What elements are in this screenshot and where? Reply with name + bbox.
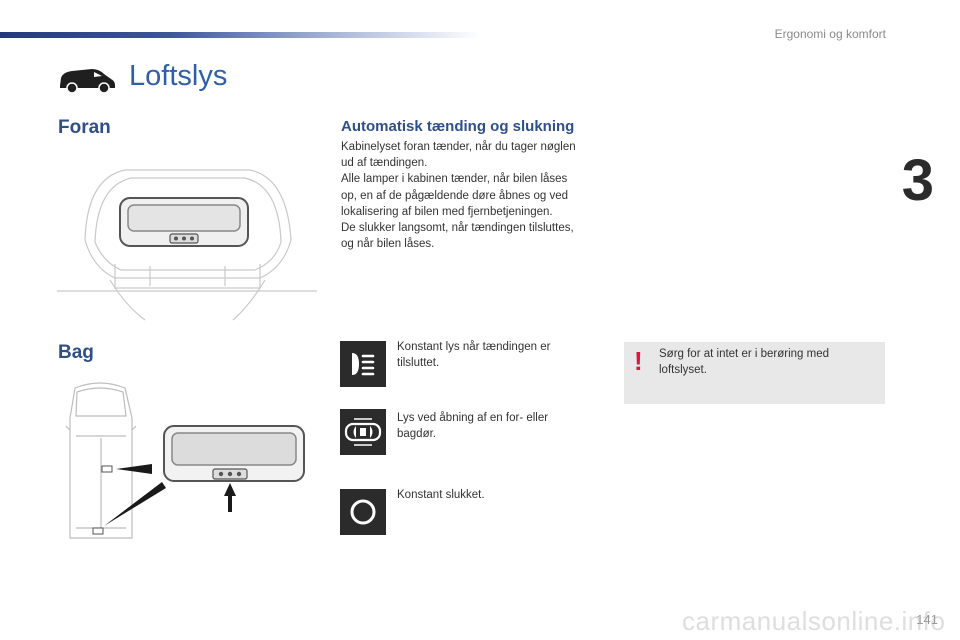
section-header: Ergonomi og komfort <box>774 27 886 41</box>
header-color-bar <box>0 32 480 38</box>
page-number: 141 <box>916 612 938 627</box>
warning-line: loftslyset. <box>659 364 707 376</box>
warning-line: Sørg for at intet er i berøring med <box>659 348 830 360</box>
auto-line: op, en af de pågældende døre åbnes og ve… <box>341 189 568 202</box>
mode-line: tilsluttet. <box>397 357 440 369</box>
chapter-number: 3 <box>901 148 934 213</box>
mode-off-text: Konstant slukket. <box>397 487 577 503</box>
auto-line: Kabinelyset foran tænder, når du tager n… <box>341 141 576 153</box>
auto-line: Alle lamper i kabinen tænder, når bilen … <box>341 173 568 186</box>
page-title: Loftslys <box>129 60 228 92</box>
mode-line: Konstant lys når tændingen er <box>397 341 551 353</box>
door-light-icon <box>340 409 386 455</box>
mode-line: Lys ved åbning af en for- eller <box>397 412 549 424</box>
warning-box: ! Sørg for at intet er i berøring med lo… <box>624 342 885 404</box>
auto-line: og når bilen låses. <box>341 238 435 251</box>
rear-heading: Bag <box>58 342 94 363</box>
auto-line: De slukker langsomt, når tændingen tilsl… <box>341 222 574 235</box>
front-ceiling-lamp-illustration <box>57 169 317 321</box>
watermark: carmanualsonline.info <box>682 606 946 636</box>
mode-line: Konstant slukket. <box>397 489 485 501</box>
off-icon <box>340 489 386 535</box>
rear-ceiling-lamp-illustration <box>65 382 305 539</box>
auto-line: ud af tændingen. <box>341 157 428 170</box>
mode-constant-text: Konstant lys når tændingen er tilsluttet… <box>397 339 577 371</box>
auto-line: lokalisering af bilen med fjernbetjening… <box>341 205 553 218</box>
auto-heading: Automatisk tænding og slukning <box>341 118 575 135</box>
front-heading: Foran <box>58 117 111 138</box>
auto-description: Kabinelyset foran tænder, når du tager n… <box>341 139 603 252</box>
mode-line: bagdør. <box>397 428 436 440</box>
van-icon <box>60 69 115 94</box>
constant-light-icon <box>340 341 386 387</box>
warning-text: Sørg for at intet er i berøring med loft… <box>659 346 874 378</box>
exclamation-icon: ! <box>634 346 643 376</box>
mode-door-text: Lys ved åbning af en for- eller bagdør. <box>397 410 577 442</box>
